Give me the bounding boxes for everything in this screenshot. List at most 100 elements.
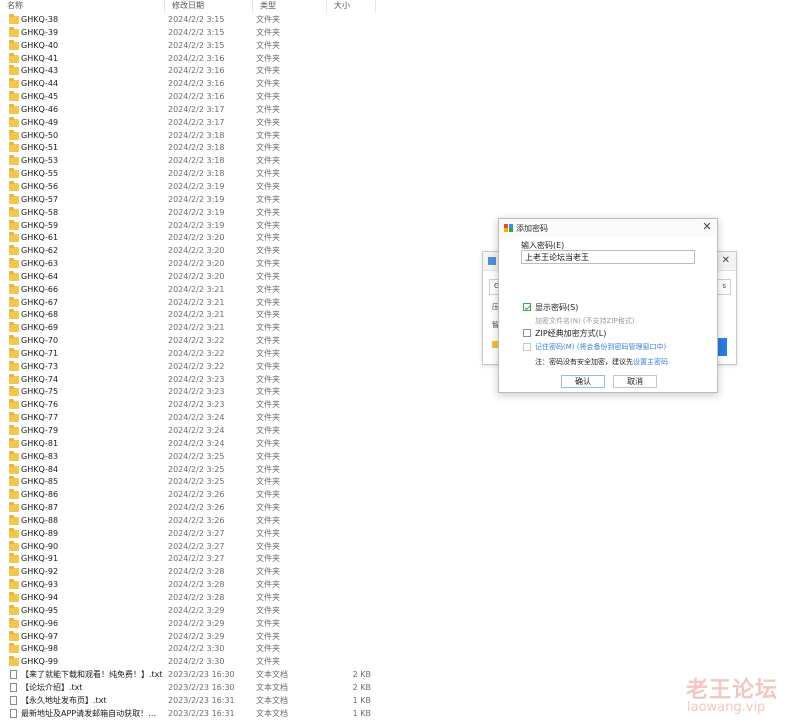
file-row[interactable]: GHKQ-96 2024/2/2 3:29 文件夹 — [0, 617, 380, 631]
file-row[interactable]: GHKQ-93 2024/2/2 3:28 文件夹 — [0, 579, 380, 592]
show-password-checkbox[interactable] — [523, 303, 531, 311]
file-row[interactable]: GHKQ-76 2024/2/2 3:23 文件夹 — [0, 399, 380, 412]
file-row[interactable]: GHKQ-75 2024/2/2 3:23 文件夹 — [0, 386, 380, 399]
file-row[interactable]: GHKQ-69 2024/2/2 3:21 文件夹 — [0, 322, 380, 335]
folder-icon — [9, 489, 19, 500]
file-row[interactable]: GHKQ-84 2024/2/2 3:25 文件夹 — [0, 463, 380, 477]
file-row[interactable]: GHKQ-91 2024/2/2 3:27 文件夹 — [0, 553, 380, 566]
file-row[interactable]: GHKQ-53 2024/2/2 3:18 文件夹 — [0, 155, 380, 168]
file-row[interactable]: GHKQ-64 2024/2/2 3:20 文件夹 — [0, 270, 380, 284]
file-row[interactable]: GHKQ-50 2024/2/2 3:18 文件夹 — [0, 129, 380, 143]
file-date: 2024/2/2 3:18 — [168, 130, 225, 140]
file-type: 文件夹 — [256, 53, 280, 63]
file-row[interactable]: GHKQ-71 2024/2/2 3:22 文件夹 — [0, 347, 380, 361]
file-name: GHKQ-43 — [21, 66, 59, 76]
remember-password-label[interactable]: 记住密码(M) (将会备份到密码管理窗口中) — [535, 342, 666, 352]
file-row[interactable]: GHKQ-90 2024/2/2 3:27 文件夹 — [0, 540, 380, 554]
file-row[interactable]: GHKQ-99 2024/2/2 3:30 文件夹 — [0, 656, 380, 669]
file-row[interactable]: GHKQ-61 2024/2/2 3:20 文件夹 — [0, 232, 380, 245]
column-type-header[interactable]: 类型 — [253, 0, 327, 13]
column-name-header[interactable]: 名称 — [0, 0, 165, 13]
password-input[interactable] — [521, 250, 695, 264]
bg-s-char: s — [722, 282, 726, 290]
file-row[interactable]: GHKQ-92 2024/2/2 3:28 文件夹 — [0, 566, 380, 579]
file-row[interactable]: 【来了就能下载和观看！纯免费！】.txt 2023/2/23 16:30 文本文档 2… — [0, 669, 380, 682]
file-row[interactable]: GHKQ-67 2024/2/2 3:21 文件夹 — [0, 296, 380, 310]
file-list: GHKQ-38 2024/2/2 3:15 文件夹 GHKQ-39 2024/2/2 3… — [0, 14, 380, 720]
file-row[interactable]: GHKQ-57 2024/2/2 3:19 文件夹 — [0, 193, 380, 207]
set-master-password-link[interactable]: 设置主密码 — [633, 358, 668, 366]
file-row[interactable]: GHKQ-55 2024/2/2 3:18 文件夹 — [0, 168, 380, 181]
folder-icon — [9, 553, 19, 564]
ok-button[interactable]: 确认 — [561, 375, 605, 388]
file-name: GHKQ-51 — [21, 143, 59, 153]
file-row[interactable]: GHKQ-62 2024/2/2 3:20 文件夹 — [0, 245, 380, 258]
file-row[interactable]: GHKQ-88 2024/2/2 3:26 文件夹 — [0, 514, 380, 528]
file-row[interactable]: GHKQ-97 2024/2/2 3:29 文件夹 — [0, 630, 380, 644]
file-type: 文件夹 — [256, 605, 280, 615]
folder-icon — [9, 155, 19, 166]
file-row[interactable]: GHKQ-89 2024/2/2 3:27 文件夹 — [0, 527, 380, 541]
file-type: 文件夹 — [256, 592, 280, 602]
file-name: GHKQ-84 — [21, 464, 59, 474]
file-type: 文件夹 — [256, 541, 280, 551]
file-row[interactable]: GHKQ-86 2024/2/2 3:26 文件夹 — [0, 489, 380, 502]
file-date: 2024/2/2 3:16 — [168, 79, 225, 89]
file-row[interactable]: GHKQ-83 2024/2/2 3:25 文件夹 — [0, 450, 380, 464]
file-row[interactable]: GHKQ-70 2024/2/2 3:22 文件夹 — [0, 335, 380, 348]
file-row[interactable]: GHKQ-73 2024/2/2 3:22 文件夹 — [0, 360, 380, 374]
file-name: GHKQ-85 — [21, 477, 59, 487]
column-date-header[interactable]: 修改日期 — [165, 0, 253, 13]
folder-icon — [9, 514, 19, 525]
file-date: 2024/2/2 3:15 — [168, 27, 225, 37]
zip-classic-checkbox[interactable] — [523, 329, 531, 337]
file-row[interactable]: GHKQ-63 2024/2/2 3:20 文件夹 — [0, 258, 380, 271]
file-row[interactable]: GHKQ-51 2024/2/2 3:18 文件夹 — [0, 142, 380, 155]
file-row[interactable]: GHKQ-59 2024/2/2 3:19 文件夹 — [0, 219, 380, 233]
text-file-icon — [10, 670, 17, 680]
file-row[interactable]: GHKQ-79 2024/2/2 3:24 文件夹 — [0, 425, 380, 438]
file-row[interactable]: GHKQ-56 2024/2/2 3:19 文件夹 — [0, 180, 380, 194]
folder-icon — [9, 232, 19, 243]
file-row[interactable]: GHKQ-81 2024/2/2 3:24 文件夹 — [0, 437, 380, 451]
file-row[interactable]: GHKQ-98 2024/2/2 3:30 文件夹 — [0, 643, 380, 656]
file-date: 2024/2/2 3:16 — [168, 66, 225, 76]
file-row[interactable]: GHKQ-49 2024/2/2 3:17 文件夹 — [0, 116, 380, 130]
file-row[interactable]: GHKQ-38 2024/2/2 3:15 文件夹 — [0, 14, 380, 27]
file-name: GHKQ-56 — [21, 181, 59, 191]
show-password-label[interactable]: 显示密码(S) — [535, 302, 578, 313]
file-date: 2024/2/2 3:23 — [168, 374, 225, 384]
file-row[interactable]: GHKQ-43 2024/2/2 3:16 文件夹 — [0, 65, 380, 78]
file-row[interactable]: GHKQ-44 2024/2/2 3:16 文件夹 — [0, 78, 380, 91]
close-icon[interactable]: ✕ — [722, 255, 730, 266]
file-row[interactable]: GHKQ-77 2024/2/2 3:24 文件夹 — [0, 412, 380, 425]
file-row[interactable]: GHKQ-85 2024/2/2 3:25 文件夹 — [0, 476, 380, 489]
file-row[interactable]: GHKQ-58 2024/2/2 3:19 文件夹 — [0, 206, 380, 220]
file-row[interactable]: GHKQ-68 2024/2/2 3:21 文件夹 — [0, 309, 380, 322]
file-row[interactable]: GHKQ-45 2024/2/2 3:16 文件夹 — [0, 91, 380, 104]
file-name: GHKQ-77 — [21, 413, 59, 423]
file-name: GHKQ-99 — [21, 657, 59, 667]
zip-classic-label[interactable]: ZIP经典加密方式(L) — [535, 328, 606, 339]
close-icon[interactable]: ✕ — [701, 221, 713, 233]
file-row[interactable]: GHKQ-95 2024/2/2 3:29 文件夹 — [0, 604, 380, 618]
note-text: 注：密码没有安全加密，建议先 — [535, 358, 633, 366]
remember-password-checkbox[interactable] — [523, 343, 531, 351]
file-row[interactable]: GHKQ-40 2024/2/2 3:15 文件夹 — [0, 39, 380, 53]
column-size-header[interactable]: 大小 — [327, 0, 376, 13]
file-row[interactable]: GHKQ-39 2024/2/2 3:15 文件夹 — [0, 26, 380, 40]
file-type: 文本文档 — [256, 708, 288, 718]
file-row[interactable]: 【论坛介绍】.txt 2023/2/23 16:30 文本文档 2 KB — [0, 682, 380, 695]
file-row[interactable]: GHKQ-87 2024/2/2 3:26 文件夹 — [0, 502, 380, 515]
file-row[interactable]: 【永久地址发布页】.txt 2023/2/23 16:31 文本文档 1 KB — [0, 695, 380, 708]
file-row[interactable]: GHKQ-41 2024/2/2 3:16 文件夹 — [0, 52, 380, 66]
file-row[interactable]: GHKQ-74 2024/2/2 3:23 文件夹 — [0, 373, 380, 387]
file-row[interactable]: 最新地址及APP请发邮箱自动获取！！！.... 2023/2/23 16:31 文本… — [0, 708, 380, 721]
cancel-button[interactable]: 取消 — [613, 375, 657, 388]
file-date: 2024/2/2 3:20 — [168, 271, 225, 281]
file-size: 2 KB — [352, 670, 371, 680]
file-row[interactable]: GHKQ-66 2024/2/2 3:21 文件夹 — [0, 283, 380, 297]
folder-icon — [9, 450, 19, 461]
file-row[interactable]: GHKQ-46 2024/2/2 3:17 文件夹 — [0, 103, 380, 117]
file-row[interactable]: GHKQ-94 2024/2/2 3:28 文件夹 — [0, 591, 380, 605]
